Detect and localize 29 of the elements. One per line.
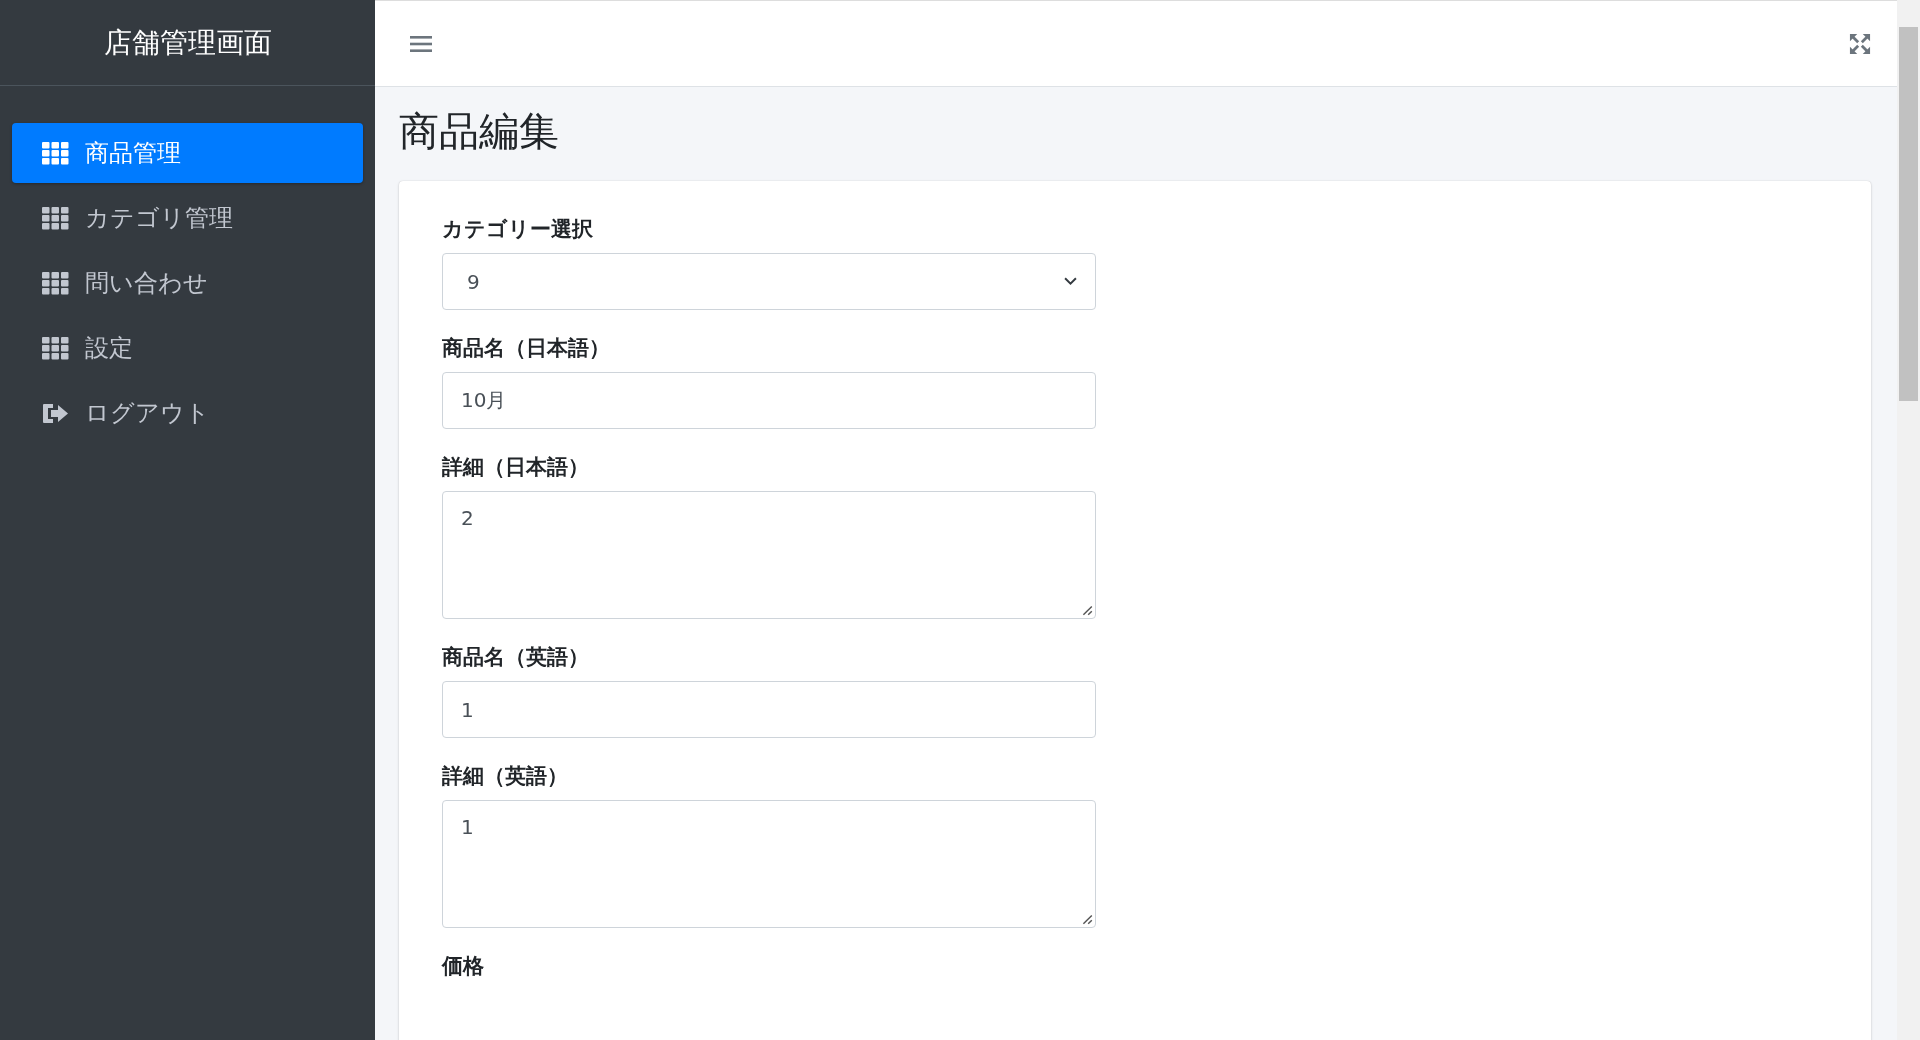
sidebar-item[interactable]: 設定 — [12, 318, 363, 378]
sidebar-item[interactable]: ログアウト — [12, 383, 363, 443]
textarea-field[interactable]: 2 — [442, 491, 1096, 619]
resize-handle-icon[interactable] — [1081, 913, 1093, 925]
grid-icon — [42, 271, 69, 295]
caret-icon — [1064, 277, 1077, 286]
field-label: 価格 — [442, 953, 484, 980]
sidebar-item[interactable]: カテゴリ管理 — [12, 188, 363, 248]
resize-handle-icon[interactable] — [1081, 604, 1093, 616]
brand-title[interactable]: 店舗管理画面 — [103, 23, 272, 62]
scrollbar[interactable] — [1897, 0, 1920, 1040]
grid-icon — [42, 336, 69, 360]
sign-out-icon — [42, 401, 69, 425]
sidebar-item[interactable]: 問い合わせ — [12, 253, 363, 313]
field-label: 商品名（日本語） — [442, 335, 610, 362]
input-field[interactable]: 10月 — [442, 372, 1096, 429]
page-title: 商品編集 — [399, 107, 560, 155]
field-label: 詳細（日本語） — [442, 454, 589, 481]
fullscreen-icon[interactable] — [1849, 32, 1871, 55]
category-select[interactable]: 9 — [442, 253, 1096, 310]
textarea-field[interactable]: 1 — [442, 800, 1096, 928]
field-label: カテゴリー選択 — [442, 216, 593, 243]
field-label: 商品名（英語） — [442, 644, 589, 671]
grid-icon — [42, 141, 69, 165]
menu-icon[interactable] — [410, 34, 432, 53]
sidebar-item[interactable]: 商品管理 — [12, 123, 363, 183]
grid-icon — [42, 206, 69, 230]
field-label: 詳細（英語） — [442, 763, 568, 790]
input-field[interactable]: 1 — [442, 681, 1096, 738]
